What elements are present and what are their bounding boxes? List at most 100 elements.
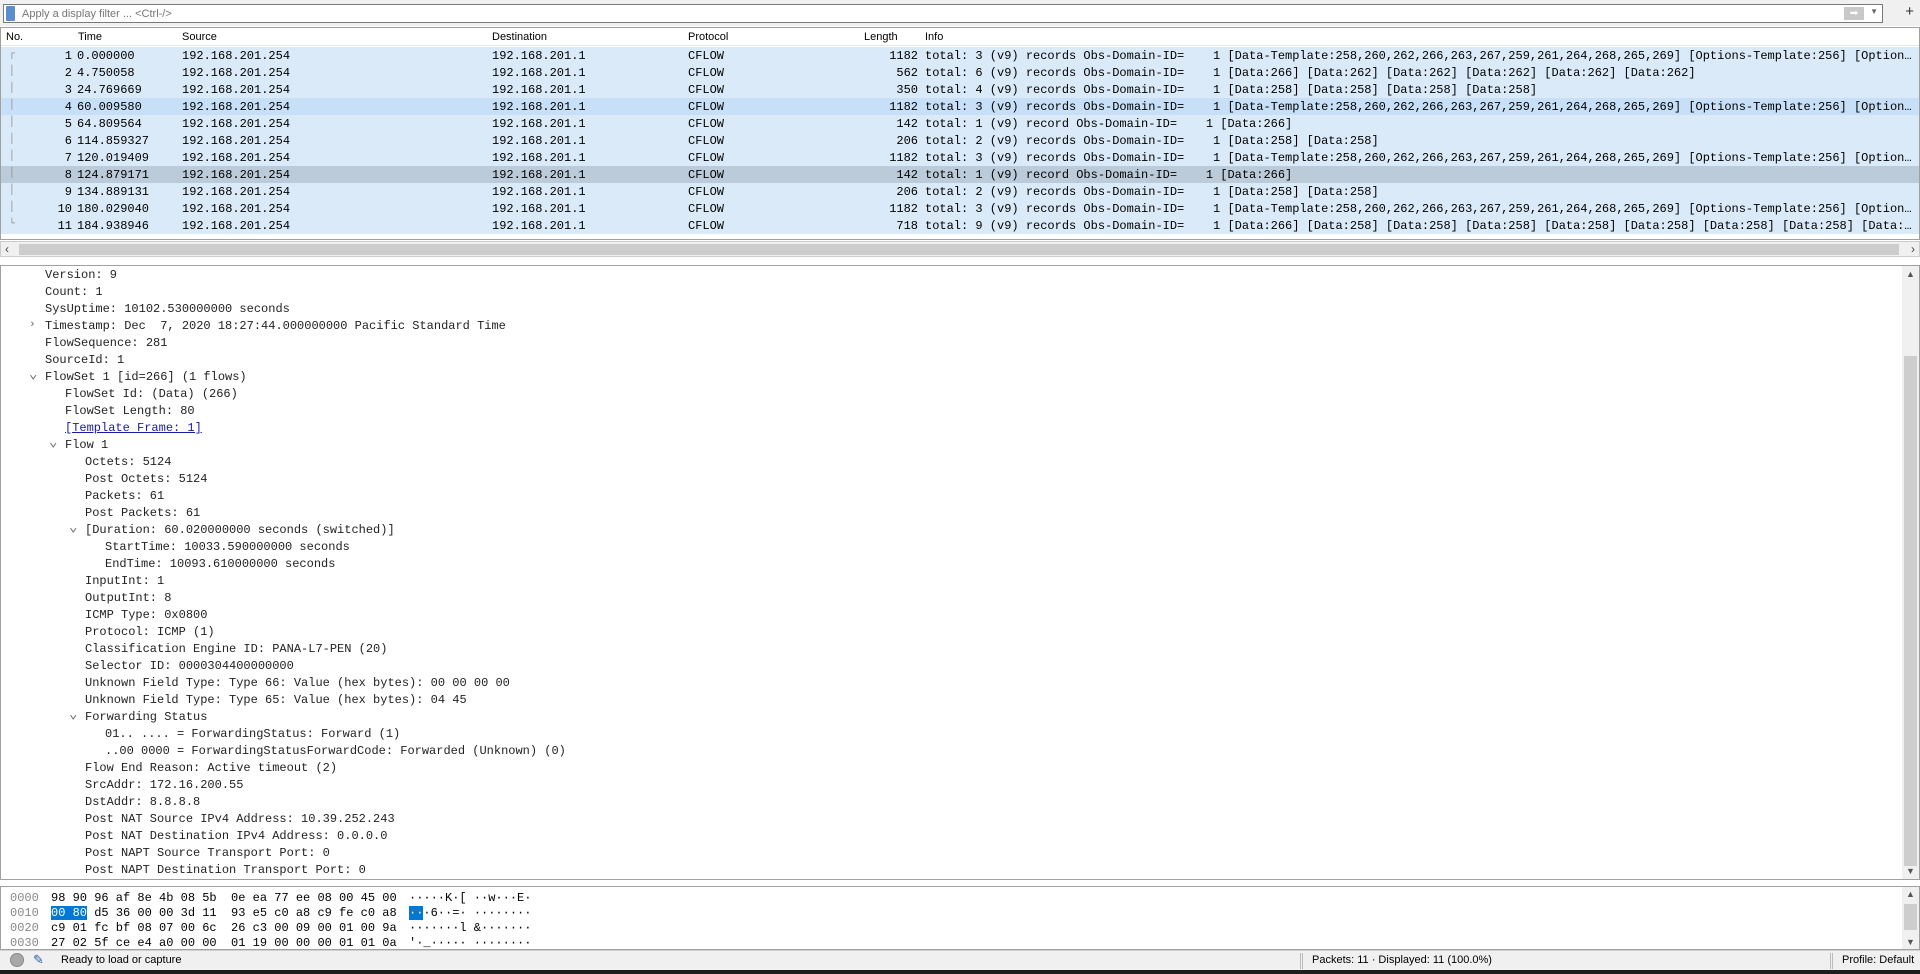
- hex-offset: 0010: [10, 906, 39, 920]
- packet-bytes-pane[interactable]: 0000 98 90 96 af 8e 4b 08 5b 0e ea 77 ee …: [0, 886, 1920, 950]
- column-header-protocol[interactable]: Protocol: [688, 31, 728, 43]
- detail-tree-item[interactable]: ⌄ Forwarding Status: [69, 707, 208, 727]
- packet-row[interactable]: │ 3 24.769669 192.168.201.254 192.168.201.1 C…: [1, 81, 1919, 98]
- packet-details-tree[interactable]: Version: 9 Count: 1 SysUptime: 10102.53000…: [0, 265, 1920, 880]
- scroll-down-icon[interactable]: ▼: [1906, 866, 1915, 876]
- hex-bytes[interactable]: c9 01 fc bf 08 07 00 6c 26 c3 00 09 00 0…: [51, 921, 397, 935]
- detail-tree-item: Classification Engine ID: PANA-L7-PEN (2…: [85, 642, 387, 659]
- filter-dropdown-icon[interactable]: ▼: [1870, 7, 1878, 16]
- packet-row[interactable]: └ 11 184.938946 192.168.201.254 192.168.201.…: [1, 217, 1919, 234]
- status-profile[interactable]: Profile: Default: [1842, 954, 1914, 966]
- packet-info: total: 4 (v9) records Obs-Domain-ID= 1 […: [925, 83, 1538, 97]
- add-filter-button-plus-icon[interactable]: +: [1905, 3, 1914, 20]
- details-vertical-scrollbar[interactable]: ▲ ▼: [1902, 266, 1919, 879]
- template-frame-link[interactable]: [Template Frame: 1]: [65, 421, 202, 435]
- ascii-bytes-highlighted[interactable]: ··: [409, 906, 424, 920]
- column-header-time[interactable]: Time: [78, 31, 102, 43]
- scrollbar-thumb[interactable]: [19, 244, 1899, 255]
- scrollbar-thumb[interactable]: [1904, 904, 1917, 930]
- display-filter[interactable]: ➡ ▼: [3, 4, 1883, 23]
- ascii-bytes[interactable]: ···6··=· ········: [409, 906, 531, 920]
- chevron-down-icon[interactable]: ⌄: [29, 366, 37, 383]
- display-filter-input[interactable]: [22, 6, 1822, 21]
- detail-text: Unknown Field Type: Type 65: Value (hex …: [85, 693, 467, 707]
- ascii-bytes[interactable]: ·······l &·······: [409, 921, 531, 935]
- scrollbar-thumb[interactable]: [1904, 356, 1917, 866]
- chevron-down-icon[interactable]: ⌄: [69, 706, 77, 723]
- packet-length: 206: [896, 134, 918, 148]
- packet-list-header: No. Time Source Destination Protocol Len…: [1, 28, 1919, 46]
- chevron-down-icon[interactable]: ⌄: [49, 434, 57, 451]
- detail-tree-item[interactable]: ⌄ FlowSet 1 [id=266] (1 flows): [29, 367, 247, 387]
- ascii-bytes[interactable]: ·····K·[ ··w···E·: [409, 891, 531, 905]
- detail-text: OutputInt: 8: [85, 591, 172, 605]
- column-header-length[interactable]: Length: [864, 31, 898, 43]
- packet-row[interactable]: │ 4 60.009580 192.168.201.254 192.168.201.1 C…: [1, 98, 1919, 115]
- column-header-destination[interactable]: Destination: [492, 31, 547, 43]
- hex-bytes[interactable]: 00 80 d5 36 00 00 3d 11 93 e5 c0 a8 c9 f…: [51, 906, 397, 920]
- packet-row[interactable]: │ 9 134.889131 192.168.201.254 192.168.201.1…: [1, 183, 1919, 200]
- bookmark-icon[interactable]: [6, 6, 15, 21]
- scroll-down-icon[interactable]: ▼: [1906, 937, 1915, 947]
- detail-text: Forwarding Status: [85, 710, 208, 724]
- scroll-up-icon[interactable]: ▲: [1906, 269, 1915, 279]
- packet-length: 1182: [889, 202, 918, 216]
- packet-protocol: CFLOW: [688, 202, 725, 216]
- ascii-bytes[interactable]: '·_····· ········: [409, 936, 531, 949]
- packet-row[interactable]: │ 2 4.750058 192.168.201.254 192.168.201.1 CF…: [1, 64, 1919, 81]
- detail-text: Classification Engine ID: PANA-L7-PEN (2…: [85, 642, 388, 656]
- packet-source: 192.168.201.254: [182, 202, 291, 216]
- column-header-no[interactable]: No.: [6, 31, 23, 43]
- detail-tree-item: StartTime: 10033.590000000 seconds: [105, 540, 350, 557]
- column-header-info[interactable]: Info: [925, 31, 943, 43]
- detail-tree-item: DstAddr: 8.8.8.8: [85, 795, 200, 812]
- packet-row[interactable]: │ 5 64.809564 192.168.201.254 192.168.201.1 C…: [1, 115, 1919, 132]
- detail-tree-item: Post Octets: 5124: [85, 472, 207, 489]
- detail-tree-item[interactable]: › Timestamp: Dec 7, 2020 18:27:44.0000000…: [29, 319, 506, 336]
- packet-row[interactable]: ┌ 1 0.000000 192.168.201.254 192.168.201.1 CF…: [1, 47, 1919, 64]
- packet-no: 10: [57, 202, 72, 216]
- bytes-vertical-scrollbar[interactable]: ▲ ▼: [1902, 887, 1919, 949]
- packet-info: total: 1 (v9) record Obs-Domain-ID= 1 [D…: [925, 117, 1293, 131]
- hex-bytes-text: 98 90 96 af 8e 4b 08 5b 0e ea 77 ee 08 0…: [51, 891, 397, 905]
- packet-destination: 192.168.201.1: [492, 83, 586, 97]
- packet-row[interactable]: │ 10 180.029040 192.168.201.254 192.168.201.…: [1, 200, 1919, 217]
- packet-no: 6: [64, 134, 72, 148]
- edit-comment-icon[interactable]: ✎: [33, 952, 44, 968]
- detail-text: SrcAddr: 172.16.200.55: [85, 778, 244, 792]
- packet-row[interactable]: │ 7 120.019409 192.168.201.254 192.168.201.1…: [1, 149, 1919, 166]
- packet-protocol: CFLOW: [688, 66, 725, 80]
- packet-destination: 192.168.201.1: [492, 117, 586, 131]
- packet-list[interactable]: No. Time Source Destination Protocol Len…: [0, 27, 1920, 240]
- packet-protocol: CFLOW: [688, 83, 725, 97]
- hex-bytes-highlighted[interactable]: 00 80: [51, 906, 88, 920]
- scroll-right-icon[interactable]: ›: [1911, 242, 1915, 256]
- apply-filter-arrow-icon[interactable]: ➡: [1844, 7, 1864, 20]
- detail-tree-item[interactable]: ⌄ Flow 1: [49, 435, 108, 455]
- packet-info: total: 3 (v9) records Obs-Domain-ID= 1 […: [925, 202, 1915, 216]
- scroll-left-icon[interactable]: ‹: [5, 242, 9, 256]
- column-header-source[interactable]: Source: [182, 31, 217, 43]
- detail-text: Post NAT Source IPv4 Address: 10.39.252.…: [85, 812, 395, 826]
- packet-row[interactable]: │ 6 114.859327 192.168.201.254 192.168.201.1…: [1, 132, 1919, 149]
- packet-protocol: CFLOW: [688, 134, 725, 148]
- detail-tree-item[interactable]: [Template Frame: 1]: [65, 421, 202, 438]
- packet-destination: 192.168.201.1: [492, 202, 586, 216]
- packet-no: 11: [57, 219, 72, 233]
- scroll-up-icon[interactable]: ▲: [1906, 889, 1915, 899]
- packet-protocol: CFLOW: [688, 219, 725, 233]
- detail-tree-item[interactable]: ⌄ [Duration: 60.020000000 seconds (switch…: [69, 520, 395, 540]
- hex-bytes[interactable]: 98 90 96 af 8e 4b 08 5b 0e ea 77 ee 08 0…: [51, 891, 397, 905]
- packet-list-horizontal-scrollbar[interactable]: ‹ ›: [0, 241, 1920, 257]
- capture-status-icon[interactable]: [10, 953, 24, 967]
- packet-row[interactable]: │ 8 124.879171 192.168.201.254 192.168.201.1…: [1, 166, 1919, 183]
- hex-bytes[interactable]: 27 02 5f ce e4 a0 00 00 01 19 00 00 00 0…: [51, 936, 397, 949]
- chevron-down-icon[interactable]: ⌄: [69, 519, 77, 536]
- packet-protocol: CFLOW: [688, 168, 725, 182]
- filter-toolbar: ➡ ▼ +: [0, 0, 1920, 26]
- chevron-right-icon[interactable]: ›: [29, 319, 36, 331]
- packet-no: 2: [64, 66, 72, 80]
- packet-source: 192.168.201.254: [182, 117, 291, 131]
- detail-text: Unknown Field Type: Type 66: Value (hex …: [85, 676, 510, 690]
- detail-tree-item: Post NAPT Destination Transport Port: 0: [85, 863, 366, 879]
